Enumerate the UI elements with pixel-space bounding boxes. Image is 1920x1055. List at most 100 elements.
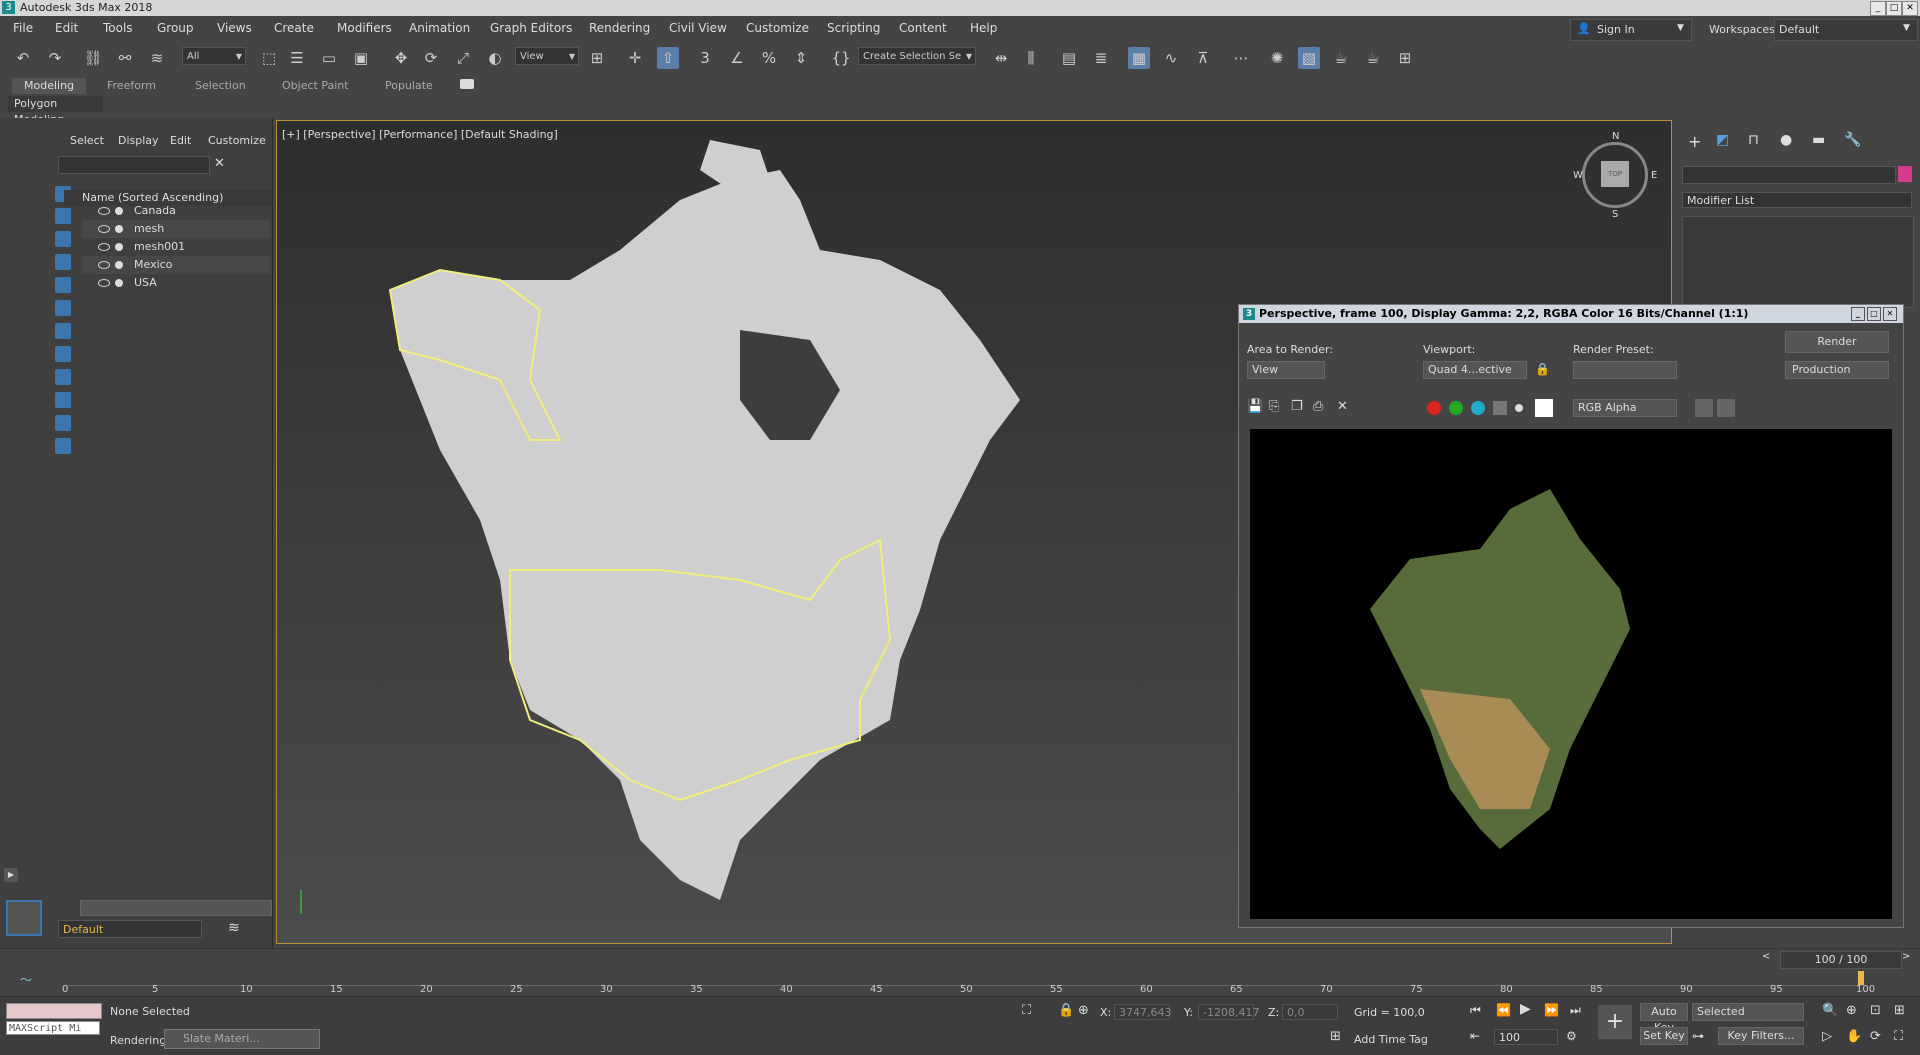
- link-icon[interactable]: ⛓: [82, 47, 104, 69]
- modifier-stack[interactable]: [1682, 216, 1914, 308]
- display-spacewarps-icon[interactable]: [55, 323, 71, 339]
- selection-set-dropdown[interactable]: Create Selection Se ▼: [858, 47, 976, 65]
- layer-dropdown[interactable]: Default: [58, 920, 202, 938]
- copy-icon[interactable]: ⎘: [1269, 399, 1279, 414]
- explorer-search-input[interactable]: [58, 156, 210, 174]
- display-cameras-icon[interactable]: [55, 277, 71, 293]
- freeze-icon[interactable]: [115, 225, 123, 233]
- display-xrefs-icon[interactable]: [55, 369, 71, 385]
- select-object-icon[interactable]: ⬚: [258, 47, 280, 69]
- print-icon[interactable]: ⎙: [1313, 399, 1323, 414]
- list-item[interactable]: mesh: [82, 220, 270, 238]
- maxscript-listener-pink[interactable]: [6, 1003, 102, 1019]
- maximize-icon[interactable]: □: [1886, 1, 1902, 16]
- green-channel-icon[interactable]: [1449, 401, 1463, 415]
- tab-selection[interactable]: Selection: [183, 78, 258, 94]
- sign-in-dropdown[interactable]: 👤 Sign In ▼: [1570, 19, 1692, 41]
- next-key-icon[interactable]: ⏩: [1544, 1003, 1559, 1017]
- unlink-icon[interactable]: ⚯: [114, 47, 136, 69]
- explorer-menu-select[interactable]: Select: [70, 134, 104, 147]
- select-by-name-icon[interactable]: ☰: [286, 47, 308, 69]
- close-icon[interactable]: ✕: [1902, 1, 1918, 16]
- utilities-icon[interactable]: 🔧: [1844, 132, 1861, 148]
- viewport-layout-icon[interactable]: [6, 900, 42, 936]
- zoom-extents-icon[interactable]: ⊡: [1870, 1003, 1881, 1018]
- window-crossing-icon[interactable]: ▣: [350, 47, 372, 69]
- spinner-snap-icon[interactable]: ⇕: [790, 47, 812, 69]
- curve-editor-mini-icon[interactable]: 〜: [20, 971, 32, 988]
- menu-file[interactable]: File: [13, 21, 33, 35]
- maximize-viewport-icon[interactable]: ⛶: [1894, 1029, 1903, 1044]
- selection-lock-icon[interactable]: 🔒: [1058, 1003, 1074, 1018]
- layers-icon[interactable]: ≋: [228, 920, 240, 936]
- scene-explorer-icon[interactable]: ▤: [1058, 47, 1080, 69]
- create-icon[interactable]: +: [1688, 132, 1701, 151]
- play-icon[interactable]: ▶: [1520, 1001, 1531, 1017]
- menu-create[interactable]: Create: [274, 21, 314, 35]
- display-groups-icon[interactable]: [55, 346, 71, 362]
- clear-color-swatch[interactable]: [1535, 399, 1553, 417]
- menu-content[interactable]: Content: [899, 21, 947, 35]
- freeze-icon[interactable]: [115, 243, 123, 251]
- undo-icon[interactable]: ↶: [12, 47, 34, 69]
- tab-modeling[interactable]: Modeling: [12, 78, 87, 94]
- menu-group[interactable]: Group: [157, 21, 194, 35]
- maximize-icon[interactable]: □: [1867, 307, 1881, 321]
- render-window-titlebar[interactable]: 3 Perspective, frame 100, Display Gamma:…: [1239, 305, 1903, 323]
- alpha-channel-icon[interactable]: [1493, 401, 1507, 415]
- horizontal-scrollbar[interactable]: [80, 900, 272, 916]
- menu-rendering[interactable]: Rendering: [589, 21, 650, 35]
- set-key-big-icon[interactable]: +: [1598, 1005, 1632, 1039]
- rotate-icon[interactable]: ⟳: [420, 47, 442, 69]
- key-selection-dropdown[interactable]: Selected: [1692, 1003, 1804, 1021]
- viewport-dropdown[interactable]: Quad 4...ective: [1423, 361, 1527, 379]
- mirror-icon[interactable]: ⇹: [990, 47, 1012, 69]
- menu-civil-view[interactable]: Civil View: [669, 21, 727, 35]
- move-icon[interactable]: ✥: [390, 47, 412, 69]
- explorer-menu-customize[interactable]: Customize: [208, 134, 266, 147]
- viewcube[interactable]: TOP N S W E: [1573, 131, 1657, 220]
- visibility-icon[interactable]: [98, 225, 110, 233]
- display-icon[interactable]: ▬: [1812, 132, 1825, 148]
- list-item[interactable]: mesh001: [82, 238, 270, 256]
- curve-editor-icon[interactable]: ∿: [1160, 47, 1182, 69]
- lock-icon[interactable]: 🔒: [1535, 362, 1550, 376]
- red-channel-icon[interactable]: [1427, 401, 1441, 415]
- rendered-frame-window-icon[interactable]: ☕: [1330, 47, 1352, 69]
- display-containers-icon[interactable]: [55, 415, 71, 431]
- area-to-render-dropdown[interactable]: View: [1247, 361, 1325, 379]
- visibility-icon[interactable]: [98, 207, 110, 215]
- minimize-icon[interactable]: _: [1851, 307, 1865, 321]
- rect-selection-icon[interactable]: ▭: [318, 47, 340, 69]
- maxscript-listener-input[interactable]: MAXScript Mi: [6, 1021, 100, 1035]
- time-slider[interactable]: 100 / 100: [1780, 951, 1902, 969]
- menu-animation[interactable]: Animation: [409, 21, 470, 35]
- material-editor-icon[interactable]: ✺: [1266, 47, 1288, 69]
- list-item[interactable]: Mexico: [82, 256, 270, 274]
- add-time-tag-button[interactable]: Add Time Tag: [1354, 1033, 1428, 1046]
- orbit-icon[interactable]: ⟳: [1870, 1029, 1881, 1044]
- absolute-mode-icon[interactable]: ⊕: [1078, 1003, 1089, 1018]
- visibility-icon[interactable]: [98, 243, 110, 251]
- object-name-field[interactable]: [1682, 166, 1896, 184]
- visibility-icon[interactable]: [98, 279, 110, 287]
- key-filters-button[interactable]: Key Filters...: [1718, 1027, 1804, 1045]
- render-production-icon[interactable]: ☕: [1362, 47, 1384, 69]
- viewcube-top[interactable]: TOP: [1601, 161, 1629, 187]
- render-image[interactable]: [1250, 429, 1892, 919]
- display-shapes-icon[interactable]: [55, 231, 71, 247]
- edit-named-sets-icon[interactable]: {}: [830, 47, 852, 69]
- toggle-ui-icon[interactable]: [1695, 399, 1713, 417]
- expand-icon[interactable]: ▶: [4, 868, 18, 882]
- modifier-list-dropdown[interactable]: Modifier List: [1682, 192, 1912, 208]
- y-coordinate-field[interactable]: -1208,417: [1198, 1004, 1259, 1020]
- menu-scripting[interactable]: Scripting: [827, 21, 880, 35]
- keyboard-shortcut-icon[interactable]: ⇧: [657, 47, 679, 69]
- dope-sheet-icon[interactable]: ⊼: [1192, 47, 1214, 69]
- clear-search-icon[interactable]: ✕: [214, 156, 225, 171]
- ribbon-subtab[interactable]: Polygon Modeling: [8, 96, 103, 126]
- current-frame-field[interactable]: 100: [1494, 1029, 1558, 1045]
- redo-icon[interactable]: ↷: [44, 47, 66, 69]
- go-to-start-icon[interactable]: ⏮: [1470, 1003, 1481, 1018]
- zoom-all-icon[interactable]: ⊕: [1846, 1003, 1857, 1018]
